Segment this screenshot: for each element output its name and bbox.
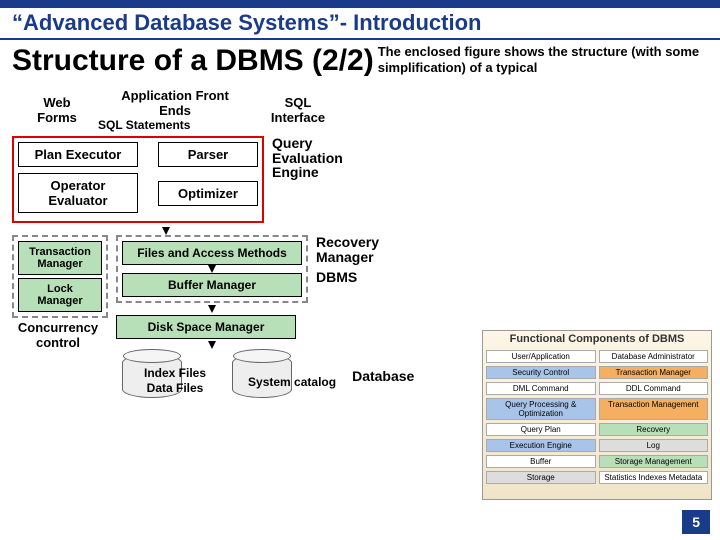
storage-group: Files and Access Methods Buffer Manager bbox=[116, 235, 308, 303]
ref-chip: User/Application bbox=[486, 350, 596, 363]
txn-column: Transaction Manager Lock Manager Concurr… bbox=[12, 235, 108, 350]
slide-description: The enclosed figure shows the structure … bbox=[378, 44, 708, 75]
arrow-icon bbox=[208, 305, 216, 313]
app-front-ends-label: Application Front Ends bbox=[120, 88, 230, 118]
optimizer-box: Optimizer bbox=[158, 181, 258, 206]
ref-chip: DML Command bbox=[486, 382, 596, 395]
buffer-manager-box: Buffer Manager bbox=[122, 273, 302, 297]
ref-chip: Transaction Manager bbox=[599, 366, 709, 379]
dbms-label: DBMS bbox=[316, 270, 376, 285]
ref-chip: Transaction Management bbox=[599, 398, 709, 420]
ref-chip: Storage Management bbox=[599, 455, 709, 468]
concurrency-label: Concurrency control bbox=[12, 320, 104, 350]
ref-chip: Storage bbox=[486, 471, 596, 484]
ref-chip: Query Plan bbox=[486, 423, 596, 436]
parser-box: Parser bbox=[158, 142, 258, 167]
lock-manager-box: Lock Manager bbox=[18, 278, 102, 312]
database-label: Database bbox=[352, 369, 414, 384]
sql-interface-label: SQL Interface bbox=[258, 95, 338, 125]
arrow-icon bbox=[208, 341, 216, 349]
web-forms-label: Web Forms bbox=[22, 95, 92, 125]
page-number: 5 bbox=[682, 510, 710, 534]
course-title: “Advanced Database Systems”- Introductio… bbox=[12, 10, 708, 36]
ref-chip: Database Administrator bbox=[599, 350, 709, 363]
ref-chip: Statistics Indexes Metadata bbox=[599, 471, 709, 484]
slide-header: “Advanced Database Systems”- Introductio… bbox=[0, 8, 720, 40]
files-access-box: Files and Access Methods bbox=[122, 241, 302, 265]
ref-chip: Query Processing & Optimization bbox=[486, 398, 596, 420]
operator-evaluator-box: Operator Evaluator bbox=[18, 173, 138, 213]
sql-statements-label: SQL Statements bbox=[98, 118, 190, 132]
arrow-icon bbox=[162, 227, 170, 235]
disk-space-manager-box: Disk Space Manager bbox=[116, 315, 296, 339]
slide-subheader: Structure of a DBMS (2/2) The enclosed f… bbox=[0, 40, 720, 82]
ref-chip: Log bbox=[599, 439, 709, 452]
txn-group: Transaction Manager Lock Manager bbox=[12, 235, 108, 318]
query-engine-label: Query Evaluation Engine bbox=[272, 136, 342, 180]
ref-chip: Recovery bbox=[599, 423, 709, 436]
ref-chip: Execution Engine bbox=[486, 439, 596, 452]
txn-manager-box: Transaction Manager bbox=[18, 241, 102, 275]
recovery-label: Recovery Manager bbox=[316, 235, 376, 264]
query-engine-group: Plan Executor Parser Operator Evaluator … bbox=[12, 136, 264, 223]
slide-title: Structure of a DBMS (2/2) bbox=[12, 44, 374, 78]
ref-chip: DDL Command bbox=[599, 382, 709, 395]
data-files-label: Data Files bbox=[144, 382, 206, 395]
right-labels: Recovery Manager DBMS bbox=[316, 235, 376, 285]
plan-executor-box: Plan Executor bbox=[18, 142, 138, 167]
ref-chip: Security Control bbox=[486, 366, 596, 379]
system-catalog-label: System catalog bbox=[248, 376, 336, 389]
reference-figure: Functional Components of DBMS User/Appli… bbox=[482, 330, 712, 500]
index-files-label: Index Files bbox=[144, 367, 206, 380]
top-accent-bar bbox=[0, 0, 720, 8]
reference-figure-title: Functional Components of DBMS bbox=[483, 331, 711, 347]
arrow-icon bbox=[208, 265, 216, 273]
storage-column: Files and Access Methods Buffer Manager … bbox=[116, 235, 308, 349]
ref-chip: Buffer bbox=[486, 455, 596, 468]
